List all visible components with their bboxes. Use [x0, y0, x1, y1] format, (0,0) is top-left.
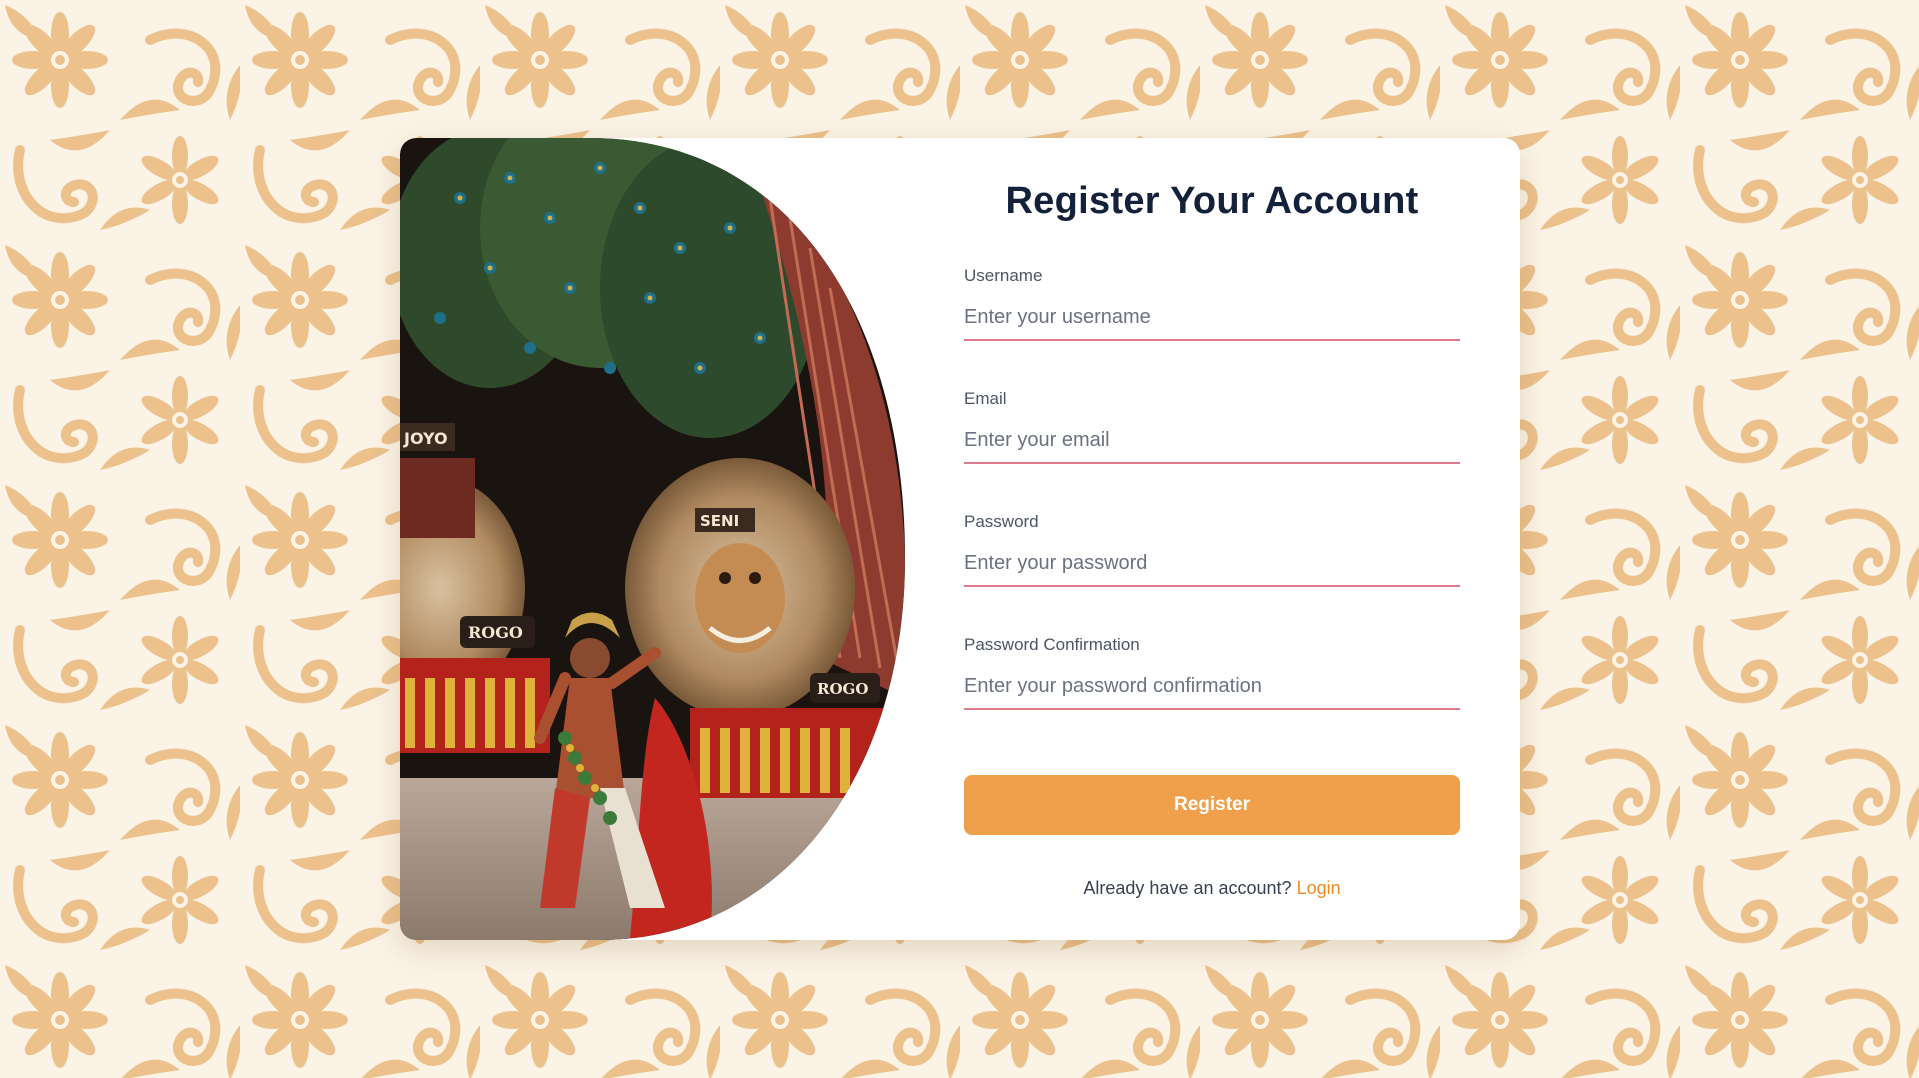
username-field-group: Username: [964, 266, 1460, 341]
password-input[interactable]: [964, 552, 1460, 587]
username-label: Username: [964, 266, 1043, 285]
register-button[interactable]: Register: [964, 775, 1460, 835]
email-input[interactable]: [964, 429, 1460, 464]
password-confirmation-field-group: Password Confirmation: [964, 635, 1460, 710]
svg-text:ROGO: ROGO: [817, 680, 868, 698]
reog-sign-rogo-right: ROGO: [810, 673, 880, 703]
svg-text:ROGO: ROGO: [468, 623, 523, 642]
password-confirmation-input[interactable]: [964, 675, 1460, 710]
password-label: Password: [964, 512, 1039, 531]
password-confirmation-label: Password Confirmation: [964, 635, 1140, 654]
page-title: Register Your Account: [1005, 180, 1419, 222]
reog-sign-joyo: JOYO: [400, 423, 455, 451]
svg-text:JOYO: JOYO: [403, 429, 448, 448]
password-field-group: Password: [964, 512, 1460, 587]
login-prompt-text: Already have an account?: [1083, 878, 1292, 898]
reog-sign-rogo-left: ROGO: [460, 616, 535, 648]
reog-dancer-photo: JOYO SENI ROGO ROGO: [400, 138, 905, 940]
reog-sign-seni: SENI: [695, 508, 755, 532]
login-link[interactable]: Login: [1297, 878, 1341, 898]
svg-text:SENI: SENI: [700, 512, 739, 530]
email-label: Email: [964, 389, 1007, 408]
username-input[interactable]: [964, 306, 1460, 341]
email-field-group: Email: [964, 389, 1460, 464]
login-prompt: Already have an account? Login: [964, 878, 1460, 899]
register-card: JOYO SENI ROGO ROGO Register Your Accoun…: [400, 138, 1520, 940]
register-form: Register Your Account Username Email Pas…: [964, 138, 1460, 940]
